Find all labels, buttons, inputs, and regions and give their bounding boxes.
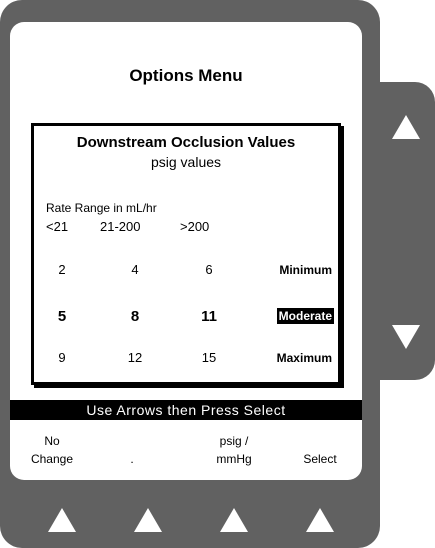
value-cell: 5 <box>57 308 67 325</box>
softkey-3-arrow-icon[interactable] <box>220 508 248 532</box>
softkey-line: . <box>130 452 134 466</box>
column-header-low: <21 <box>46 219 69 234</box>
value-cell: 15 <box>201 350 217 365</box>
value-cell: 8 <box>130 308 140 325</box>
status-bar: Use Arrows then Press Select <box>10 400 362 420</box>
value-cell: 2 <box>58 262 66 277</box>
scroll-up-arrow-icon[interactable] <box>392 115 420 139</box>
occlusion-row-maximum[interactable]: 9 12 15 Maximum <box>34 350 338 372</box>
value-cell: 4 <box>131 262 139 277</box>
occlusion-values-panel: Downstream Occlusion Values psig values … <box>31 123 341 385</box>
panel-heading: Downstream Occlusion Values <box>76 134 296 151</box>
panel-subheading: psig values <box>150 154 222 170</box>
occlusion-row-minimum[interactable]: 2 4 6 Minimum <box>34 262 338 284</box>
occlusion-row-moderate[interactable]: 5 8 11 Moderate <box>34 308 338 330</box>
level-label-moderate-selected: Moderate <box>276 308 334 324</box>
page-title: Options Menu <box>129 66 243 85</box>
value-cell: 9 <box>58 350 66 365</box>
softkey-label-no-change: No Change <box>12 432 92 468</box>
scroll-down-arrow-icon[interactable] <box>392 325 420 349</box>
softkey-line: No <box>44 434 60 448</box>
level-label-minimum: Minimum <box>279 263 332 277</box>
softkey-label-blank: . <box>92 432 172 468</box>
softkey-line: Change <box>30 452 74 466</box>
softkey-1-arrow-icon[interactable] <box>48 508 76 532</box>
softkey-line: psig / <box>219 434 249 448</box>
column-header-high: >200 <box>180 219 210 234</box>
softkey-4-arrow-icon[interactable] <box>306 508 334 532</box>
level-label-maximum: Maximum <box>276 351 332 365</box>
value-cell: 12 <box>127 350 143 365</box>
softkey-2-arrow-icon[interactable] <box>134 508 162 532</box>
softkey-line: Select <box>303 452 337 466</box>
value-cell: 11 <box>201 308 217 325</box>
softkey-line <box>280 432 360 450</box>
column-header-mid: 21-200 <box>100 219 141 234</box>
rate-range-label: Rate Range in mL/hr <box>46 201 157 215</box>
softkey-label-select: Select <box>280 432 360 468</box>
softkey-label-units: psig / mmHg <box>194 432 274 468</box>
softkey-line <box>92 432 172 450</box>
softkey-line: mmHg <box>216 452 252 466</box>
value-cell: 6 <box>205 262 213 277</box>
display-screen: Options Menu Downstream Occlusion Values… <box>10 22 362 480</box>
